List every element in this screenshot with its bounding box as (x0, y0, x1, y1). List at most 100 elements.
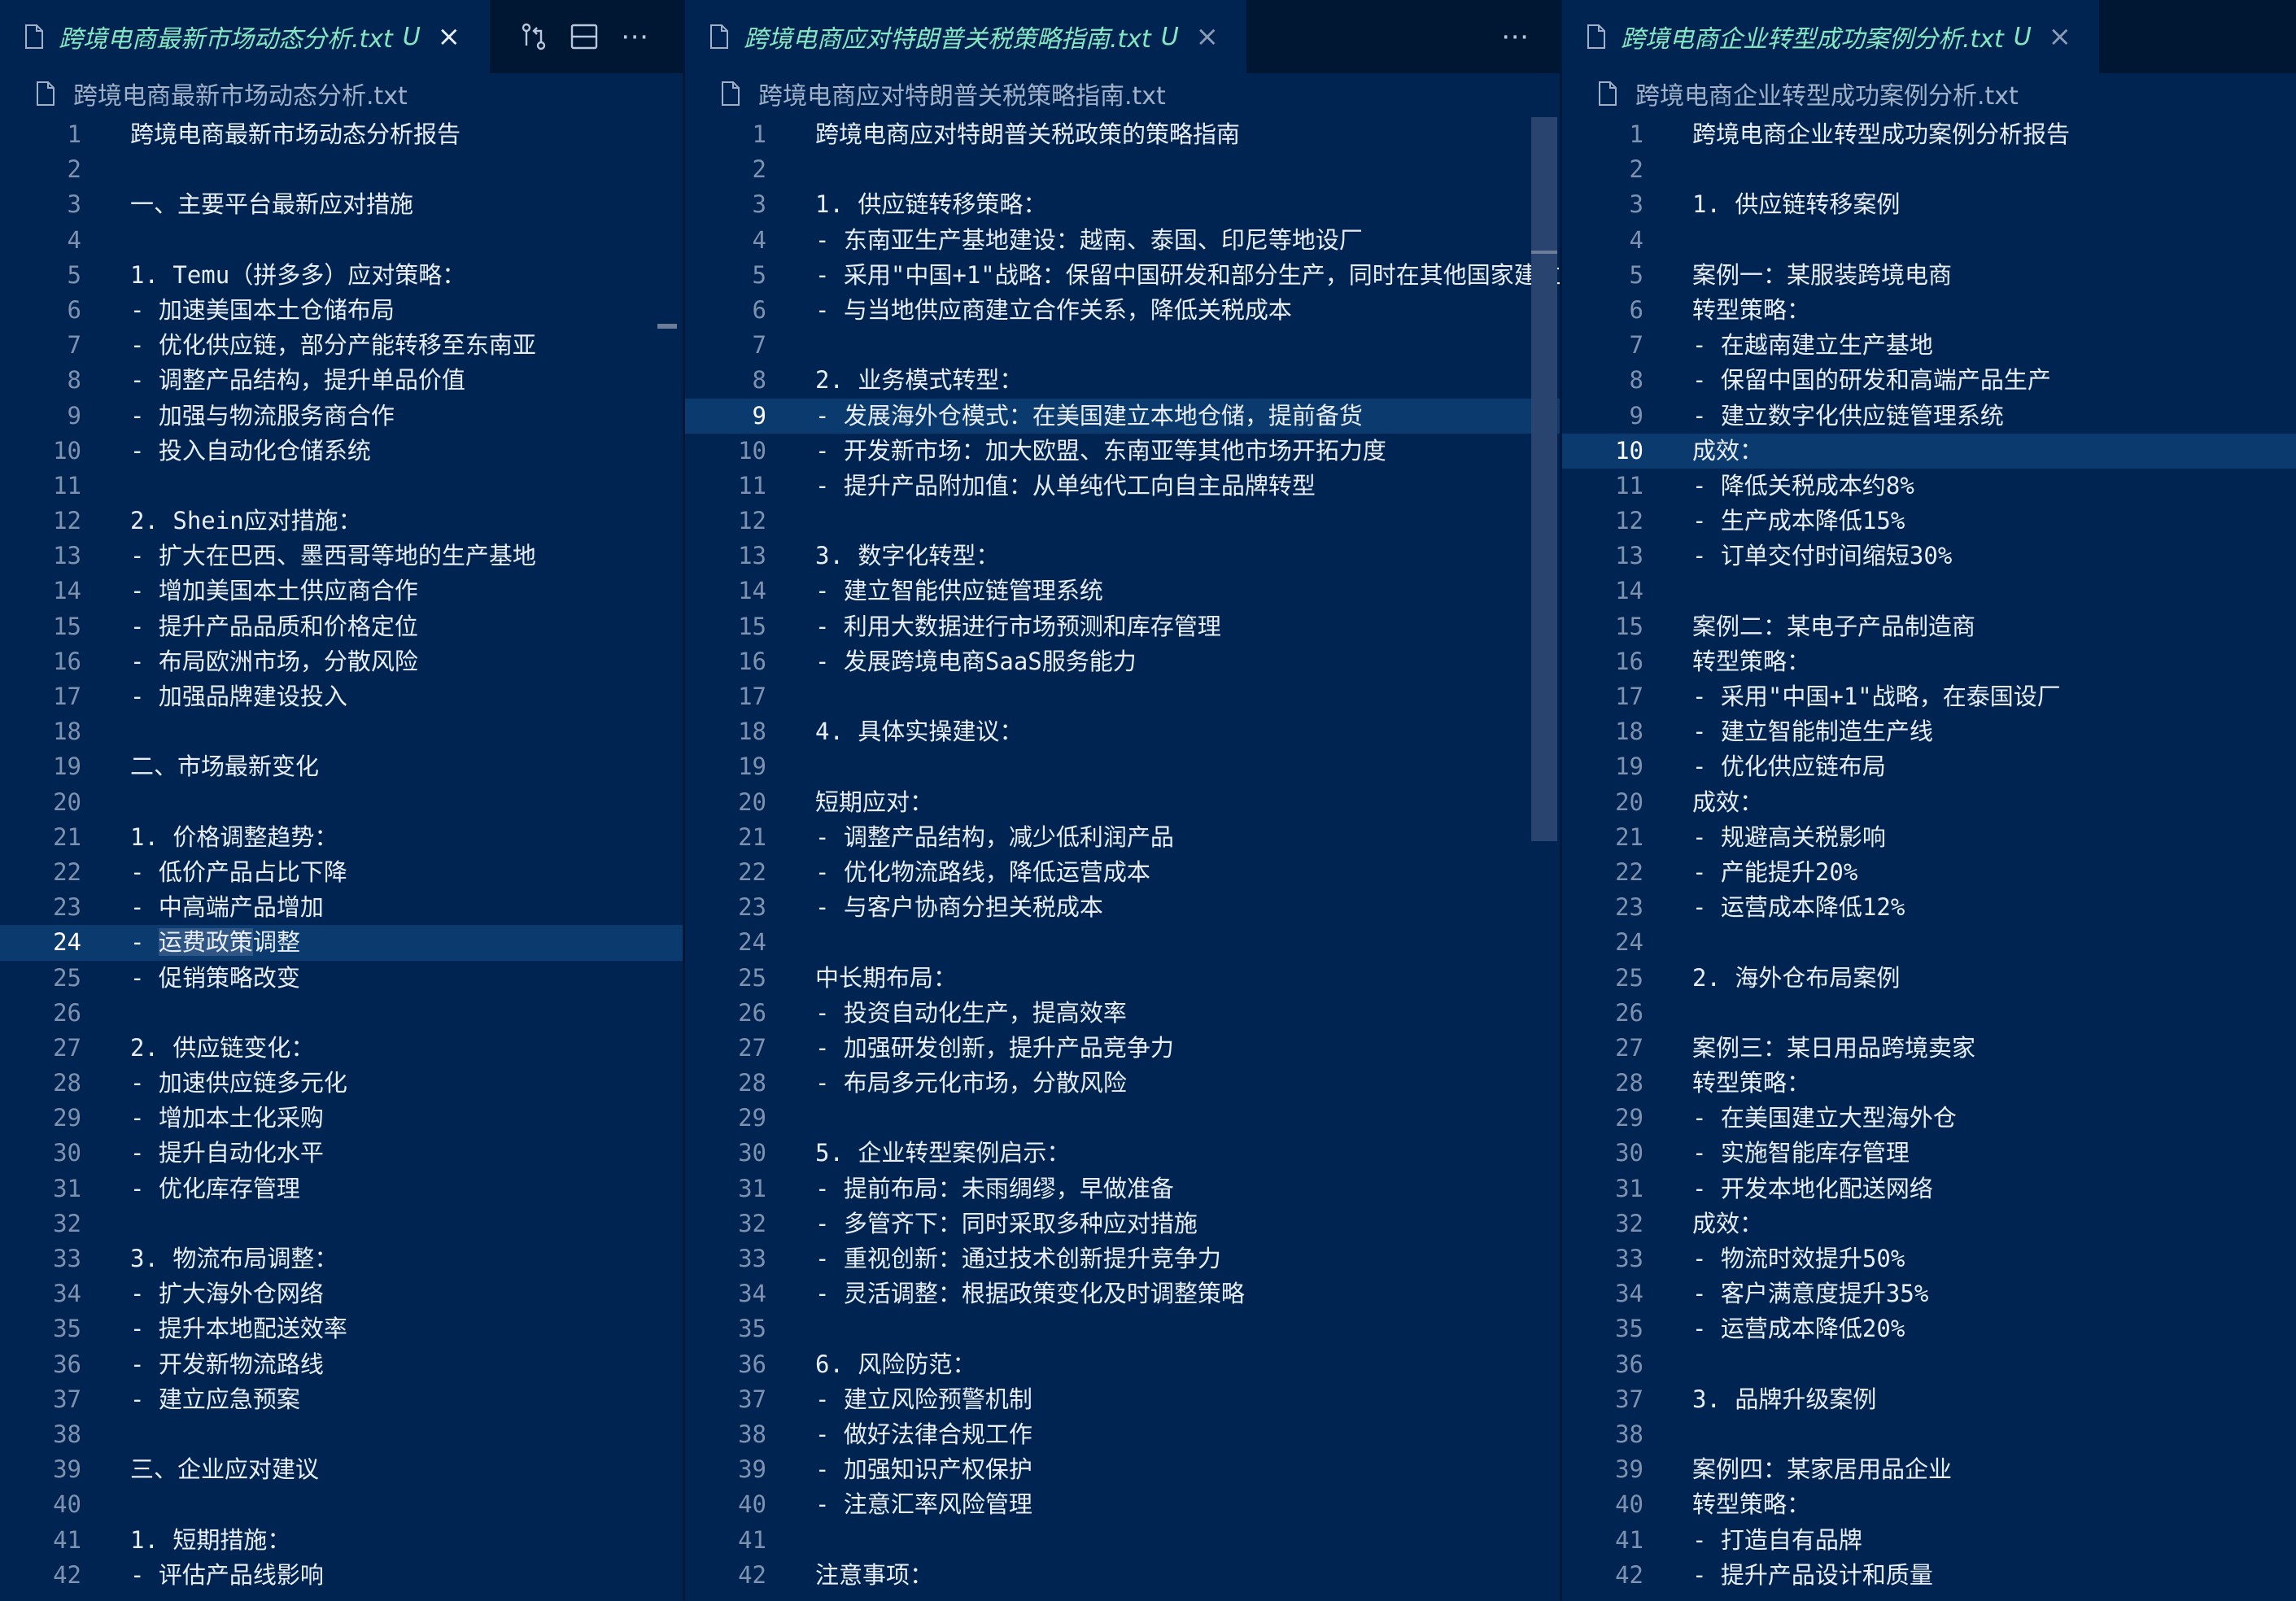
code-line[interactable]: 14 - 增加美国本土供应商合作 (0, 574, 683, 609)
code-line[interactable]: 1 跨境电商应对特朗普关税政策的策略指南 (685, 117, 1560, 152)
code-line[interactable]: 26 (1562, 996, 2296, 1031)
code-line[interactable]: 30 5. 企业转型案例启示： (685, 1136, 1560, 1171)
code-line[interactable]: 16 转型策略： (1562, 644, 2296, 679)
code-line[interactable]: 30 - 提升自动化水平 (0, 1136, 683, 1171)
code-line[interactable]: 27 - 加强研发创新，提升产品竞争力 (685, 1031, 1560, 1066)
code-line[interactable]: 7 - 优化供应链，部分产能转移至东南亚 (0, 328, 683, 363)
code-line[interactable]: 24 (1562, 925, 2296, 960)
code-line[interactable]: 32 - 多管齐下：同时采取多种应对措施 (685, 1206, 1560, 1241)
code-line[interactable]: 38 - 做好法律合规工作 (685, 1417, 1560, 1452)
code-line[interactable]: 10 - 投入自动化仓储系统 (0, 434, 683, 469)
code-line[interactable]: 35 - 运营成本降低20% (1562, 1311, 2296, 1346)
code-line[interactable]: 4 (1562, 223, 2296, 258)
code-line[interactable]: 26 (0, 996, 683, 1031)
code-line[interactable]: 12 2. Shein应对措施： (0, 504, 683, 539)
code-line[interactable]: 25 - 促销策略改变 (0, 961, 683, 996)
code-line[interactable]: 25 中长期布局： (685, 961, 1560, 996)
code-line[interactable]: 40 转型策略： (1562, 1487, 2296, 1522)
code-line[interactable]: 28 - 加速供应链多元化 (0, 1066, 683, 1101)
code-line[interactable]: 4 - 东南亚生产基地建设：越南、泰国、印尼等地设厂 (685, 223, 1560, 258)
code-line[interactable]: 40 - 注意汇率风险管理 (685, 1487, 1560, 1522)
close-tab-icon[interactable]: × (2046, 20, 2074, 53)
text-area[interactable]: 1 跨境电商应对特朗普关税政策的策略指南 2 3 1. 供应链转移策略： 4- 东南亚生产… (685, 117, 1560, 1593)
code-line[interactable]: 18 - 建立智能制造生产线 (1562, 714, 2296, 749)
code-line[interactable]: 15 - 利用大数据进行市场预测和库存管理 (685, 609, 1560, 644)
code-line[interactable]: 26 - 投资自动化生产，提高效率 (685, 996, 1560, 1031)
code-line[interactable]: 7 (685, 328, 1560, 363)
open-changes-icon[interactable] (517, 20, 550, 53)
code-line[interactable]: 15 案例二：某电子产品制造商 (1562, 609, 2296, 644)
code-line[interactable]: 12 - 生产成本降低15% (1562, 504, 2296, 539)
code-line[interactable]: 21 1. 价格调整趋势： (0, 820, 683, 855)
code-line[interactable]: 23 - 与客户协商分担关税成本 (685, 890, 1560, 925)
more-actions-icon[interactable]: ⋯ (618, 20, 651, 53)
code-line[interactable]: 18 (0, 714, 683, 749)
code-line[interactable]: 2 (685, 152, 1560, 187)
code-line[interactable]: 27 案例三：某日用品跨境卖家 (1562, 1031, 2296, 1066)
code-line[interactable]: 6 - 与当地供应商建立合作关系，降低关税成本 (685, 293, 1560, 328)
code-line[interactable]: 11 - 降低关税成本约8% (1562, 469, 2296, 504)
editor-pane-case-studies[interactable]: 跨境电商企业转型成功案例分析.txt U × 跨境电商企业转型成功案例分析.tx… (1562, 0, 2296, 1601)
code-line[interactable]: 13 - 扩大在巴西、墨西哥等地的生产基地 (0, 539, 683, 574)
code-line[interactable]: 19 - 优化供应链布局 (1562, 749, 2296, 784)
code-line[interactable]: 9 - 发展海外仓模式：在美国建立本地仓储，提前备货 (685, 398, 1560, 434)
code-line[interactable]: 32 成效： (1562, 1206, 2296, 1241)
code-line[interactable]: 5 - 采用"中国+1"战略：保留中国研发和部分生产，同时在其他国家建立生 (685, 258, 1560, 293)
code-line[interactable]: 16 - 发展跨境电商SaaS服务能力 (685, 644, 1560, 679)
breadcrumb[interactable]: 跨境电商应对特朗普关税策略指南.txt (685, 73, 1560, 114)
code-line[interactable]: 32 (0, 1206, 683, 1241)
code-line[interactable]: 19 二、市场最新变化 (0, 749, 683, 784)
code-line[interactable]: 15 - 提升产品品质和价格定位 (0, 609, 683, 644)
code-line[interactable]: 2 (0, 152, 683, 187)
code-line[interactable]: 4 (0, 223, 683, 258)
code-line[interactable]: 20 成效： (1562, 785, 2296, 820)
code-line[interactable]: 42 - 评估产品线影响 (0, 1558, 683, 1593)
code-line[interactable]: 8 - 保留中国的研发和高端产品生产 (1562, 363, 2296, 398)
code-line[interactable]: 5 1. Temu（拼多多）应对策略： (0, 258, 683, 293)
code-line[interactable]: 8 2. 业务模式转型： (685, 363, 1560, 398)
code-line[interactable]: 36 6. 风险防范： (685, 1347, 1560, 1382)
editor-pane-tariff-guide[interactable]: 跨境电商应对特朗普关税策略指南.txt U × ⋯ 跨境电商应对特朗普关税策略指… (685, 0, 1560, 1601)
code-line[interactable]: 25 2. 海外仓布局案例 (1562, 961, 2296, 996)
code-line[interactable]: 36 - 开发新物流路线 (0, 1347, 683, 1382)
code-line[interactable]: 34 - 客户满意度提升35% (1562, 1276, 2296, 1311)
code-line[interactable]: 14 (1562, 574, 2296, 609)
code-line[interactable]: 3 一、主要平台最新应对措施 (0, 187, 683, 222)
text-area[interactable]: 1 跨境电商企业转型成功案例分析报告 2 3 1. 供应链转移案例 4 5 案例一：某服装跨境… (1562, 117, 2296, 1593)
code-line[interactable]: 30 - 实施智能库存管理 (1562, 1136, 2296, 1171)
tab-tariff-guide[interactable]: 跨境电商应对特朗普关税策略指南.txt U × (685, 0, 1246, 73)
code-line[interactable]: 22 - 优化物流路线，降低运营成本 (685, 855, 1560, 890)
code-line[interactable]: 7 - 在越南建立生产基地 (1562, 328, 2296, 363)
code-line[interactable]: 9 - 建立数字化供应链管理系统 (1562, 399, 2296, 434)
code-line[interactable]: 36 (1562, 1347, 2296, 1382)
code-line[interactable]: 28 转型策略： (1562, 1066, 2296, 1101)
code-line[interactable]: 10 成效： (1562, 433, 2296, 469)
code-line[interactable]: 29 - 在美国建立大型海外仓 (1562, 1101, 2296, 1136)
code-line[interactable]: 3 1. 供应链转移案例 (1562, 187, 2296, 222)
code-line[interactable]: 23 - 运营成本降低12% (1562, 890, 2296, 925)
code-line[interactable]: 24 - 运费政策调整 (0, 925, 683, 961)
close-tab-icon[interactable]: × (435, 20, 463, 53)
code-line[interactable]: 37 3. 品牌升级案例 (1562, 1382, 2296, 1417)
code-line[interactable]: 13 - 订单交付时间缩短30% (1562, 539, 2296, 574)
code-line[interactable]: 29 - 增加本土化采购 (0, 1101, 683, 1136)
code-line[interactable]: 41 (685, 1523, 1560, 1558)
editor-pane-market-analysis[interactable]: 跨境电商最新市场动态分析.txt U × ⋯ 跨境电商最新市场动态分析.txt … (0, 0, 683, 1601)
code-line[interactable]: 2 (1562, 152, 2296, 187)
code-line[interactable]: 3 1. 供应链转移策略： (685, 187, 1560, 222)
code-line[interactable]: 19 (685, 749, 1560, 784)
code-line[interactable]: 6 - 加速美国本土仓储布局 (0, 293, 683, 328)
code-line[interactable]: 33 3. 物流布局调整： (0, 1241, 683, 1276)
code-line[interactable]: 14 - 建立智能供应链管理系统 (685, 574, 1560, 609)
code-line[interactable]: 42 注意事项： (685, 1558, 1560, 1593)
code-line[interactable]: 40 (0, 1487, 683, 1522)
code-line[interactable]: 35 (685, 1311, 1560, 1346)
close-tab-icon[interactable]: × (1194, 20, 1221, 53)
scrollbar-thumb[interactable] (1531, 117, 1557, 841)
code-line[interactable]: 20 (0, 785, 683, 820)
code-line[interactable]: 31 - 提前布局：未雨绸缪，早做准备 (685, 1171, 1560, 1206)
code-line[interactable]: 41 - 打造自有品牌 (1562, 1523, 2296, 1558)
split-editor-icon[interactable] (568, 20, 600, 53)
code-line[interactable]: 39 案例四：某家居用品企业 (1562, 1452, 2296, 1487)
text-area[interactable]: 1 跨境电商最新市场动态分析报告 2 3 一、主要平台最新应对措施 4 5 1. Temu（拼… (0, 117, 683, 1593)
